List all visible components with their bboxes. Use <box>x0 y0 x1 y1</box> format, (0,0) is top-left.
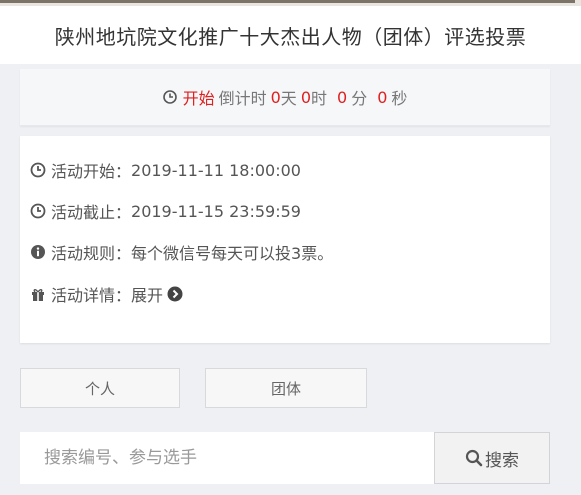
countdown-seconds-unit: 秒 <box>391 89 408 108</box>
countdown-prefix: 倒计时 <box>218 89 267 108</box>
tab-group[interactable]: 团体 <box>205 368 367 408</box>
page-title: 陕州地坑院文化推广十大杰出人物（团体）评选投票 <box>54 24 527 49</box>
chevron-right-circle-icon[interactable] <box>167 286 183 302</box>
activity-rules-label: 活动规则： <box>51 244 132 263</box>
countdown-status: 开始 <box>182 89 215 108</box>
clock-icon <box>30 203 46 219</box>
countdown-minutes: 0 <box>337 87 348 107</box>
gift-icon <box>32 289 44 301</box>
activity-rules-row: 活动规则： 每个微信号每天可以投3票。 <box>30 240 333 264</box>
countdown-seconds: 0 <box>377 87 388 107</box>
countdown-hours-unit: 时 <box>311 89 328 108</box>
activity-details-row: 活动详情： 展开 <box>30 282 183 306</box>
countdown-minutes-unit: 分 <box>351 89 368 108</box>
activity-details-label: 活动详情： <box>51 286 132 305</box>
search-input[interactable] <box>20 432 434 484</box>
search-button-label: 搜索 <box>485 450 519 471</box>
search-icon <box>465 449 483 467</box>
header: 陕州地坑院文化推广十大杰出人物（团体）评选投票 <box>0 6 581 64</box>
details-expand-link[interactable]: 展开 <box>131 282 163 306</box>
countdown-days: 0 <box>270 87 281 107</box>
search-button[interactable]: 搜索 <box>434 432 550 484</box>
clock-icon <box>162 90 177 104</box>
activity-rules-value: 每个微信号每天可以投3票。 <box>131 244 334 263</box>
activity-start-value: 2019-11-11 18:00:00 <box>131 160 301 180</box>
activity-start-row: 活动开始： 2019-11-11 18:00:00 <box>30 158 301 182</box>
top-image-dark-band <box>0 0 575 3</box>
activity-end-row: 活动截止： 2019-11-15 23:59:59 <box>30 199 301 223</box>
countdown-bar: 开始 倒计时 0 天 0 时 0 分 0 秒 <box>20 69 550 126</box>
activity-end-label: 活动截止： <box>51 203 132 222</box>
activity-end-value: 2019-11-15 23:59:59 <box>131 201 301 221</box>
info-icon <box>31 245 45 259</box>
countdown-days-unit: 天 <box>280 89 297 108</box>
clock-icon <box>30 162 46 178</box>
tab-individual[interactable]: 个人 <box>20 368 180 408</box>
activity-start-label: 活动开始： <box>51 162 132 181</box>
countdown-hours: 0 <box>300 87 311 107</box>
